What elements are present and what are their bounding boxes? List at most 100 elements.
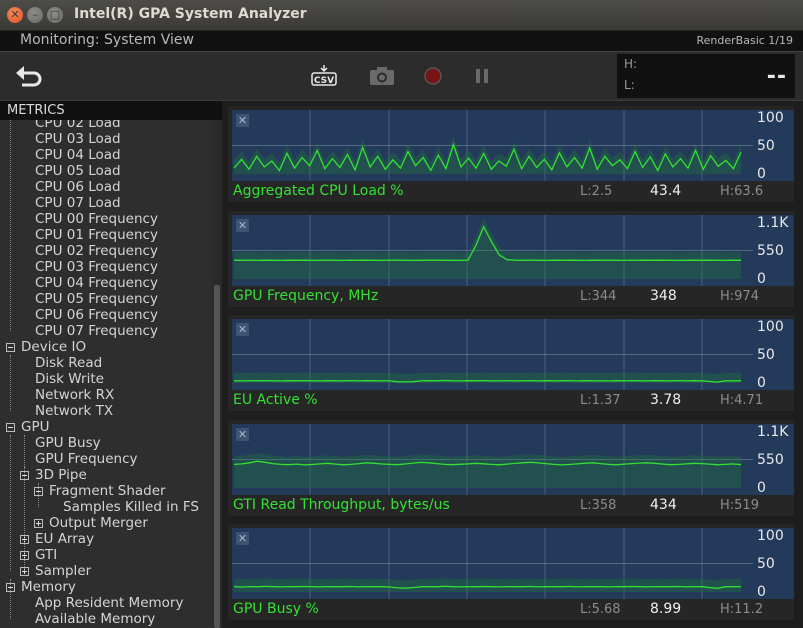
sidebar-item[interactable]: CPU 07 Load (0, 195, 212, 211)
sidebar-item[interactable]: CPU 04 Load (0, 147, 212, 163)
tree-guide-line (10, 120, 11, 331)
export-csv-button[interactable]: CSV (310, 64, 338, 88)
sidebar-item[interactable]: CPU 06 Load (0, 179, 212, 195)
remove-chart-icon[interactable]: ✕ (236, 218, 249, 232)
sidebar-item-label: CPU 01 Frequency (35, 227, 158, 243)
metric-plot[interactable]: ✕ (232, 423, 753, 495)
hl-readout: H: L: -- (617, 54, 795, 98)
pause-button[interactable] (472, 66, 492, 86)
remove-chart-icon[interactable]: ✕ (236, 532, 249, 545)
sidebar-item[interactable]: Disk Read (0, 355, 212, 371)
remove-chart-icon[interactable]: ✕ (236, 114, 249, 127)
metric-chart (232, 110, 753, 181)
sidebar-item[interactable]: GTI (0, 547, 212, 563)
metric-chart (232, 319, 753, 390)
metric-title: EU Active % (233, 392, 318, 408)
sidebar-item-label: EU Array (35, 531, 95, 547)
sidebar-item[interactable]: CPU 03 Load (0, 131, 212, 147)
y-tick-label: 100 (757, 528, 784, 544)
application-name: RenderBasic 1/19 (696, 34, 793, 47)
sidebar-item[interactable]: GPU Frequency (0, 451, 212, 467)
high-value: H:63.6 (720, 184, 764, 199)
sidebar-item[interactable]: 3D Pipe (0, 467, 212, 483)
low-value: L:358 (580, 497, 617, 513)
sidebar-item[interactable]: Available Memory (0, 611, 212, 627)
sidebar-item-label: App Resident Memory (35, 595, 184, 611)
maximize-window-button[interactable]: □ (47, 7, 63, 23)
sidebar-item-label: Available Memory (35, 611, 156, 627)
sidebar-item[interactable]: CPU 03 Frequency (0, 259, 212, 275)
high-value: H:11.2 (720, 602, 764, 617)
screenshot-button[interactable] (368, 65, 396, 87)
hl-value: -- (766, 64, 787, 89)
tree-guide-line (10, 435, 11, 571)
sidebar-item[interactable]: EU Array (0, 531, 212, 547)
y-tick-label: 50 (757, 556, 775, 572)
sidebar-item-label: Memory (21, 579, 76, 595)
low-value: L:2.5 (580, 184, 613, 199)
remove-chart-icon[interactable]: ✕ (236, 427, 249, 441)
sidebar-item-label: CPU 05 Load (35, 163, 121, 179)
window-title: Intel(R) GPA System Analyzer (74, 6, 307, 22)
sidebar-item[interactable]: GPU Busy (0, 435, 212, 451)
sidebar-item[interactable]: Fragment Shader (0, 483, 212, 499)
metric-stats-bar: GPU Frequency, MHz L:344 348 H:974 (228, 285, 794, 307)
expand-icon[interactable] (34, 519, 43, 528)
current-value: 43.4 (650, 183, 682, 199)
sidebar-item[interactable]: CPU 00 Frequency (0, 211, 212, 227)
sidebar-item[interactable]: CPU 05 Frequency (0, 291, 212, 307)
collapse-icon[interactable] (6, 423, 15, 432)
sidebar-item[interactable]: Memory (0, 579, 212, 595)
sidebar-item[interactable]: CPU 06 Frequency (0, 307, 212, 323)
metric-plot[interactable]: ✕ (232, 528, 753, 599)
metric-plot[interactable]: ✕ (232, 214, 753, 286)
metrics-tree: CPU 02 Load CPU 03 Load CPU 04 Load CPU 05 … (0, 120, 212, 628)
sidebar-item[interactable]: CPU 05 Load (0, 163, 212, 179)
sidebar-item[interactable]: CPU 02 Frequency (0, 243, 212, 259)
sidebar-item[interactable]: CPU 07 Frequency (0, 323, 212, 339)
sidebar-item[interactable]: Samples Killed in FS (0, 499, 212, 515)
sidebar-item[interactable]: Sampler (0, 563, 212, 579)
sidebar-item[interactable]: CPU 02 Load (0, 120, 212, 131)
current-value: 348 (650, 287, 677, 304)
collapse-icon[interactable] (6, 343, 15, 352)
sidebar-item-label: CPU 00 Frequency (35, 211, 158, 227)
close-window-button[interactable]: ✕ (7, 7, 23, 23)
sidebar-item[interactable]: CPU 04 Frequency (0, 275, 212, 291)
high-value: H:4.71 (720, 393, 764, 408)
sidebar-item[interactable]: Network TX (0, 403, 212, 419)
sidebar-item[interactable]: App Resident Memory (0, 595, 212, 611)
low-value: L:1.37 (580, 393, 621, 408)
sidebar-item-label: CPU 07 Load (35, 195, 121, 211)
current-value: 8.99 (650, 601, 682, 617)
sidebar-item-label: CPU 06 Frequency (35, 307, 158, 323)
sidebar-item[interactable]: Device IO (0, 339, 212, 355)
record-button[interactable] (423, 66, 443, 86)
metric-chart (232, 528, 753, 599)
sidebar-item[interactable]: Output Merger (0, 515, 212, 531)
metrics-header: METRICS (0, 101, 222, 120)
remove-chart-icon[interactable]: ✕ (236, 323, 249, 336)
tree-guide-line (38, 483, 39, 507)
sidebar-item[interactable]: GPU (0, 419, 212, 435)
current-value: 3.78 (650, 392, 682, 408)
sidebar-item[interactable]: Disk Write (0, 371, 212, 387)
metric-stats-bar: Aggregated CPU Load % L:2.5 43.4 H:63.6 (228, 181, 794, 202)
y-tick-label: 50 (757, 138, 775, 154)
metric-chart (232, 214, 753, 286)
sidebar-item-label: Samples Killed in FS (63, 499, 199, 515)
sidebar-scrollbar-thumb[interactable] (214, 285, 220, 628)
metric-stats-bar: GPU Busy % L:5.68 8.99 H:11.2 (228, 599, 794, 620)
metric-plot[interactable]: ✕ (232, 110, 753, 181)
back-icon (16, 66, 42, 87)
back-button[interactable] (14, 62, 44, 88)
y-tick-label: 0 (757, 270, 766, 287)
sidebar-item-label: 3D Pipe (35, 467, 87, 483)
metric-chart (232, 423, 753, 495)
sidebar-item[interactable]: CPU 01 Frequency (0, 227, 212, 243)
sidebar-item[interactable]: Network RX (0, 387, 212, 403)
high-value: H:519 (720, 497, 759, 513)
minimize-window-button[interactable]: – (27, 7, 43, 23)
sidebar-item-label: GPU Frequency (35, 451, 138, 467)
metric-plot[interactable]: ✕ (232, 319, 753, 390)
